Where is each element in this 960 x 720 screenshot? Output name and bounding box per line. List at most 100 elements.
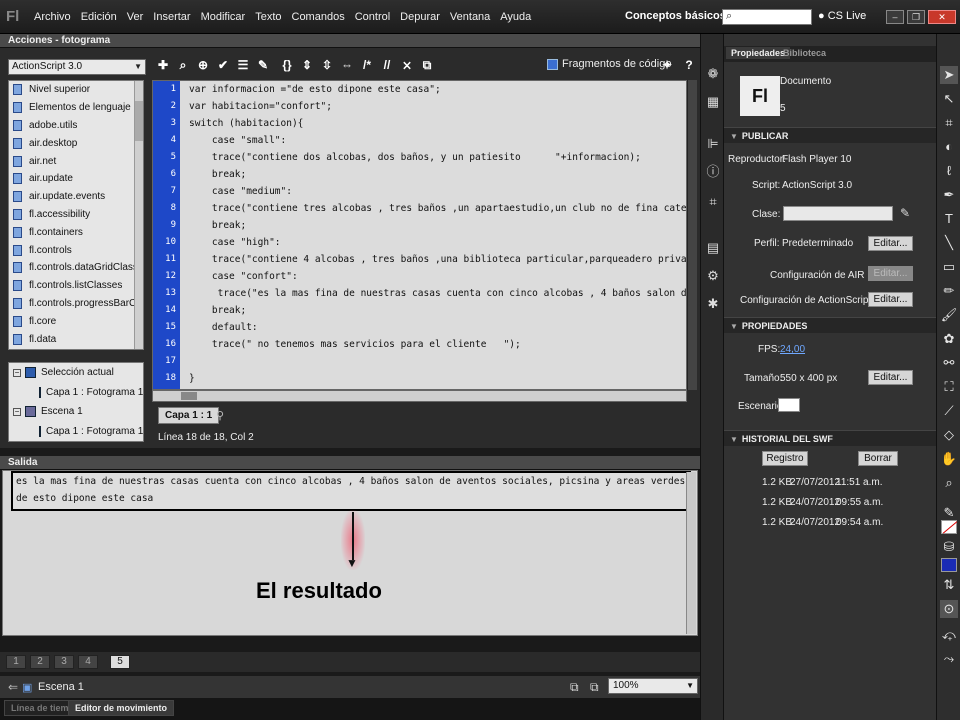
tab-motion-editor[interactable]: Editor de movimiento <box>68 700 175 716</box>
target-icon[interactable]: ⊕ <box>196 58 210 72</box>
collapse-selection-icon[interactable]: ⇳ <box>320 58 334 72</box>
transform-icon[interactable]: ⌗ <box>705 194 721 210</box>
eraser-tool-icon[interactable]: ◇ <box>940 426 958 444</box>
menu-insertar[interactable]: Insertar <box>153 11 190 23</box>
list-item[interactable]: adobe.utils <box>9 117 143 135</box>
menu-edicion[interactable]: Edición <box>81 11 117 23</box>
bone-tool-icon[interactable]: ⚯ <box>940 354 958 372</box>
edit-as-button[interactable]: Editar... <box>868 292 913 307</box>
section-swf-history[interactable]: ▼ HISTORIAL DEL SWF <box>724 430 936 446</box>
fps-value[interactable]: 24,00 <box>780 344 805 355</box>
3d-rotation-icon[interactable]: ◐ <box>940 138 958 156</box>
edit-profile-button[interactable]: Editar... <box>868 236 913 251</box>
menu-control[interactable]: Control <box>355 11 390 23</box>
color-icon[interactable]: ❁ <box>705 66 721 82</box>
search-input[interactable]: ⌕ <box>722 9 812 25</box>
language-select[interactable]: ActionScript 3.0 ▼ <box>8 59 146 75</box>
menu-texto[interactable]: Texto <box>255 11 281 23</box>
subselection-tool-icon[interactable]: ↖ <box>940 90 958 108</box>
scrollbar-thumb[interactable] <box>181 392 197 400</box>
list-item[interactable]: Nivel superior <box>9 81 143 99</box>
collapse-icon[interactable]: − <box>13 407 21 416</box>
menu-comandos[interactable]: Comandos <box>292 11 345 23</box>
edit-symbols-icon[interactable]: ⧉ <box>570 680 579 695</box>
cs-live-button[interactable]: ● CS Live <box>818 10 866 22</box>
info-icon[interactable]: ⓘ <box>705 164 721 180</box>
code-editor[interactable]: 1 2 3 4 5 6 7 8 9 10 11 12 13 14 15 16 1… <box>152 80 687 390</box>
tree-item[interactable]: − Selección actual <box>9 363 143 383</box>
list-item[interactable]: fl.containers <box>9 223 143 241</box>
list-item[interactable]: air.update.events <box>9 188 143 206</box>
comment-icon[interactable]: /* <box>360 58 374 72</box>
library-scrollbar[interactable] <box>134 81 143 349</box>
uncomment-icon[interactable]: ⨯ <box>400 58 414 72</box>
lasso-tool-icon[interactable]: ℓ <box>940 162 958 180</box>
collapse-between-icon[interactable]: ⇕ <box>300 58 314 72</box>
find-icon[interactable]: ⌕ <box>176 58 190 72</box>
clear-button[interactable]: Borrar <box>858 451 898 466</box>
stage-color-swatch[interactable] <box>778 398 800 412</box>
code-hint-icon[interactable]: ✎ <box>256 58 270 72</box>
library-icon[interactable]: ▤ <box>705 240 721 256</box>
menu-modificar[interactable]: Modificar <box>201 11 246 23</box>
menu-depurar[interactable]: Depurar <box>400 11 440 23</box>
show-toolbox-icon[interactable]: ⧉ <box>420 58 434 72</box>
straighten-icon[interactable]: ⤳ <box>940 650 958 668</box>
free-transform-icon[interactable]: ⌗ <box>940 114 958 132</box>
fill-swatch[interactable] <box>941 558 957 572</box>
zoom-tool-icon[interactable]: ⌕ <box>940 474 958 492</box>
swap-colors-icon[interactable]: ⇅ <box>940 576 958 594</box>
tab-library[interactable]: Biblioteca <box>778 47 831 59</box>
code-vertical-scrollbar[interactable] <box>687 80 697 390</box>
edit-size-button[interactable]: Editar... <box>868 370 913 385</box>
close-button[interactable]: ✕ <box>928 10 956 24</box>
hand-tool-icon[interactable]: ✋ <box>940 450 958 468</box>
snap-icon[interactable]: ⊙ <box>940 600 958 618</box>
pencil-tool-icon[interactable]: ✏ <box>940 282 958 300</box>
minimize-button[interactable]: – <box>886 10 904 24</box>
list-item[interactable]: fl.controls.dataGridClasses <box>9 259 143 277</box>
edit-scene-icon[interactable]: ⧉ <box>590 680 599 695</box>
pin-icon[interactable]: ⚲ <box>216 409 224 422</box>
list-item[interactable]: fl.controls.listClasses <box>9 277 143 295</box>
tab-capa-1[interactable]: Capa 1 : 1 <box>158 407 220 424</box>
eyedropper-icon[interactable]: ⟋ <box>940 402 958 420</box>
pen-tool-icon[interactable]: ✒ <box>940 186 958 204</box>
rectangle-tool-icon[interactable]: ▭ <box>940 258 958 276</box>
format-icon[interactable]: ☰ <box>236 58 250 72</box>
log-button[interactable]: Registro <box>762 451 808 466</box>
tree-item[interactable]: Capa 1 : Fotograma 1 <box>9 422 143 442</box>
section-publish[interactable]: ▼ PUBLICAR <box>724 127 936 143</box>
frame-tab[interactable]: 4 <box>78 655 98 669</box>
paint-bucket-icon[interactable]: ⛶ <box>940 378 958 396</box>
scrollbar-thumb[interactable] <box>135 101 143 141</box>
help-icon[interactable]: ? <box>682 58 696 72</box>
tree-item[interactable]: − Escena 1 <box>9 402 143 422</box>
frame-tab[interactable]: 1 <box>6 655 26 669</box>
line-comment-icon[interactable]: // <box>380 58 394 72</box>
text-tool-icon[interactable]: T <box>940 210 958 228</box>
line-tool-icon[interactable]: ╲ <box>940 234 958 252</box>
selection-tool-icon[interactable]: ➤ <box>940 66 958 84</box>
brush-tool-icon[interactable]: 🖌 <box>940 306 958 324</box>
list-item[interactable]: fl.controls.progressBarClasses <box>9 295 143 313</box>
collapse-icon[interactable]: − <box>13 368 21 377</box>
list-item[interactable]: air.update <box>9 170 143 188</box>
frame-tab-active[interactable]: 5 <box>110 655 130 669</box>
menu-ventana[interactable]: Ventana <box>450 11 490 23</box>
add-item-icon[interactable]: ✚ <box>156 58 170 72</box>
menu-ver[interactable]: Ver <box>127 11 144 23</box>
deco-tool-icon[interactable]: ✿ <box>940 330 958 348</box>
stroke-swatch[interactable] <box>941 520 958 534</box>
section-properties[interactable]: ▼ PROPIEDADES <box>724 317 936 333</box>
list-item[interactable]: fl.controls <box>9 241 143 259</box>
tree-item[interactable]: Capa 1 : Fotograma 1 <box>9 383 143 403</box>
maximize-button[interactable]: ❐ <box>907 10 925 24</box>
list-item[interactable]: air.net <box>9 152 143 170</box>
expand-all-icon[interactable]: ⇔ <box>340 58 354 72</box>
menu-archivo[interactable]: Archivo <box>34 11 71 23</box>
code-horizontal-scrollbar[interactable] <box>152 390 687 402</box>
frame-tab[interactable]: 2 <box>30 655 50 669</box>
code-snippets-button[interactable]: Fragmentos de código <box>547 58 671 70</box>
class-input[interactable] <box>783 206 893 221</box>
